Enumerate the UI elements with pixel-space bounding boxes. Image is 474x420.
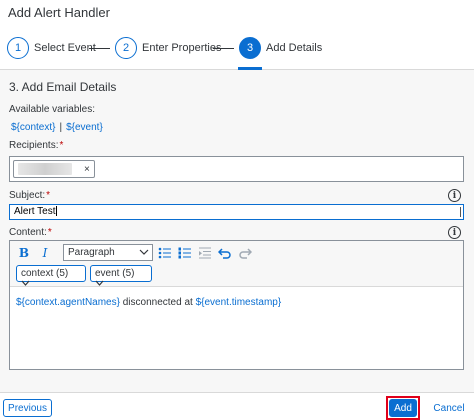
editor-toolbar: B I Paragraph context (5) event (5): [10, 241, 463, 287]
wizard-step-enter-properties[interactable]: 2 Enter Properties: [115, 36, 221, 60]
required-mark: *: [59, 140, 64, 151]
paragraph-select-value: Paragraph: [68, 247, 115, 258]
available-variables: ${context} | ${event}: [11, 122, 103, 133]
chevron-down-icon: [95, 279, 104, 290]
bold-icon[interactable]: B: [16, 245, 32, 261]
step-label: Add Details: [266, 42, 323, 54]
dialog-footer: Previous Add Cancel: [0, 392, 474, 420]
content-info-icon[interactable]: i: [448, 226, 461, 239]
numbered-list-icon[interactable]: [177, 245, 193, 261]
undo-icon[interactable]: [217, 245, 233, 261]
step-number: 1: [7, 37, 29, 59]
step-number: 3: [239, 37, 261, 59]
text-caret: [55, 206, 57, 217]
wizard-step-select-event[interactable]: 1 Select Event: [7, 36, 96, 60]
required-mark: *: [46, 190, 51, 201]
subject-value: Alert Test: [14, 206, 56, 217]
available-variables-label: Available variables:: [9, 104, 95, 115]
content-editor[interactable]: B I Paragraph context (5) event (5) ${co…: [9, 240, 464, 370]
wizard-step-add-details[interactable]: 3 Add Details: [239, 36, 322, 60]
previous-button[interactable]: Previous: [3, 399, 52, 417]
step-label: Select Event: [34, 42, 96, 54]
editor-body[interactable]: ${context.agentNames} disconnected at ${…: [16, 297, 281, 308]
variable-token: ${event.timestamp}: [195, 297, 282, 308]
indent-icon[interactable]: [197, 245, 213, 261]
section-title: 3. Add Email Details: [9, 80, 117, 94]
step-number: 2: [115, 37, 137, 59]
subject-label: Subject:*: [9, 190, 50, 201]
remove-token-icon[interactable]: ×: [84, 164, 90, 175]
recipient-token[interactable]: ×: [13, 160, 95, 178]
event-variable-select[interactable]: event (5): [90, 265, 152, 286]
context-variable-select[interactable]: context (5): [16, 265, 86, 286]
variable-event-link[interactable]: ${event}: [66, 122, 103, 133]
email-details-panel: 3. Add Email Details Available variables…: [0, 70, 474, 392]
event-select-label: event (5): [95, 268, 135, 279]
chevron-down-icon: [139, 245, 149, 262]
recipients-input[interactable]: ×: [9, 156, 464, 182]
required-mark: *: [47, 227, 52, 238]
bulleted-list-icon[interactable]: [157, 245, 173, 261]
step-connector: [213, 48, 234, 49]
variables-separator: |: [59, 122, 63, 133]
add-button[interactable]: Add: [389, 399, 417, 417]
content-label: Content:*: [9, 227, 52, 238]
recipients-label: Recipients:*: [9, 140, 63, 151]
body-text: disconnected at: [119, 297, 196, 308]
variable-context-link[interactable]: ${context}: [11, 122, 55, 133]
input-end-marker: [460, 207, 461, 217]
cancel-button[interactable]: Cancel: [429, 399, 469, 417]
step-connector: [89, 48, 110, 49]
variable-token: ${context.agentNames}: [16, 297, 120, 308]
subject-input[interactable]: Alert Test: [9, 204, 464, 220]
dialog-title: Add Alert Handler: [8, 5, 110, 20]
paragraph-format-select[interactable]: Paragraph: [63, 244, 153, 261]
recipient-token-redacted: [18, 163, 72, 175]
context-select-label: context (5): [21, 268, 69, 279]
step-label: Enter Properties: [142, 42, 222, 54]
subject-label-text: Subject:: [9, 190, 46, 201]
recipients-label-text: Recipients:: [9, 140, 59, 151]
chevron-down-icon: [21, 279, 30, 290]
content-label-text: Content:: [9, 227, 47, 238]
subject-info-icon[interactable]: i: [448, 189, 461, 202]
italic-icon[interactable]: I: [37, 245, 53, 261]
redo-icon[interactable]: [237, 245, 253, 261]
wizard-progress: 1 Select Event 2 Enter Properties 3 Add …: [0, 28, 474, 70]
